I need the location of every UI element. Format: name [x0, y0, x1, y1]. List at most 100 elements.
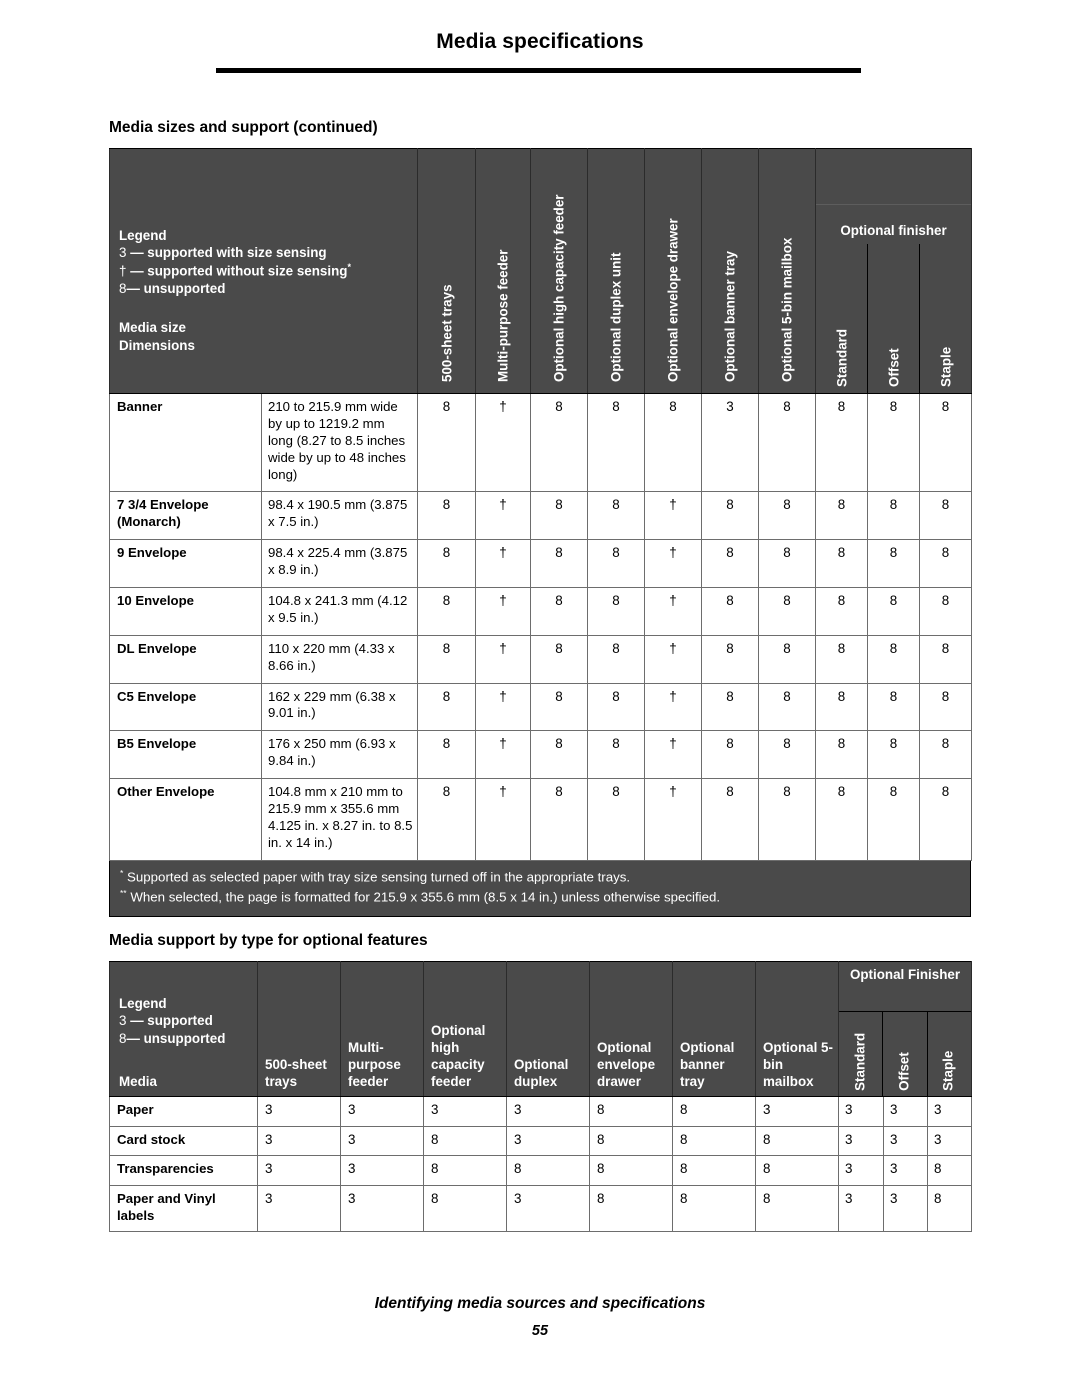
- column-label: Optional banner tray: [722, 251, 738, 382]
- support-mark: 8: [919, 392, 973, 493]
- media-size-label: DL Envelope: [109, 634, 262, 684]
- support-mark: 8: [867, 539, 921, 589]
- support-mark: 8: [919, 491, 973, 541]
- support-mark: 8: [417, 634, 477, 684]
- media-size-label: 10 Envelope: [109, 587, 262, 636]
- support-mark: 3: [506, 1184, 590, 1233]
- support-mark: 3: [506, 1125, 590, 1157]
- support-mark: 8: [701, 587, 760, 636]
- table2-col-envelope-drawer: Optional envelope drawer: [589, 961, 673, 1097]
- legend-spacer: [119, 297, 417, 319]
- table2-body: Paper 3 3 3 3 8 8 3 3 3 3 Card stock 3 3 8 3 8 8 8 3 3 3 Trans…: [109, 1096, 973, 1233]
- table1-col-finisher-staple: Staple: [919, 244, 971, 393]
- media-dimensions: 162 x 229 mm (6.38 x 9.01 in.): [260, 682, 419, 732]
- vertical-label-wrap: Optional 5-bin mailbox: [759, 150, 815, 386]
- legend-line-dagger: † — supported without size sensing*: [119, 262, 417, 280]
- support-mark: 8: [701, 778, 760, 861]
- support-mark: 8: [701, 539, 760, 589]
- support-mark: 8: [815, 392, 869, 493]
- media-dimensions: 210 to 215.9 mm wide by up to 1219.2 mm …: [260, 392, 419, 493]
- table2-col-500-sheet-trays: 500-sheet trays: [257, 961, 341, 1097]
- table-row: 10 Envelope 104.8 x 241.3 mm (4.12 x 9.5 …: [109, 587, 973, 636]
- table1-legend: Legend 3 — supported with size sensing †…: [110, 149, 417, 354]
- table2-col-high-capacity-feeder: Optional high capacity feeder: [423, 961, 507, 1097]
- support-mark: 8: [589, 1096, 673, 1127]
- legend-title: Legend: [119, 996, 167, 1011]
- support-mark: 8: [926, 1155, 973, 1186]
- support-mark: †: [475, 491, 532, 541]
- support-mark: †: [644, 587, 703, 636]
- table1-col-finisher-offset: Offset: [867, 244, 919, 393]
- legend-line-supported: 3 — supported: [119, 1012, 225, 1029]
- column-label: Optional high capacity feeder: [551, 194, 567, 382]
- footnote: ** When selected, the page is formatted …: [120, 887, 970, 907]
- support-mark: 8: [672, 1155, 756, 1186]
- support-mark: 8: [867, 634, 921, 684]
- support-mark: 8: [867, 491, 921, 541]
- media-dimensions: 110 x 220 mm (4.33 x 8.66 in.): [260, 634, 419, 684]
- media-size-label: 9 Envelope: [109, 539, 262, 589]
- support-mark: 3: [838, 1096, 884, 1127]
- legend-symbol-check: 3: [119, 245, 127, 261]
- support-mark: 8: [758, 682, 817, 732]
- support-mark: 3: [838, 1184, 884, 1233]
- column-label: Standard: [852, 1032, 868, 1091]
- support-mark: 8: [815, 730, 869, 780]
- support-mark: 8: [587, 491, 646, 541]
- table1-col-duplex-unit: Optional duplex unit: [587, 148, 646, 394]
- media-size-label: Banner: [109, 392, 262, 493]
- support-mark: 8: [587, 730, 646, 780]
- legend-text-supported: — supported with size sensing: [130, 245, 327, 261]
- table1-col-finisher-standard: Standard: [816, 244, 867, 393]
- vertical-label-wrap: Optional duplex unit: [588, 150, 644, 386]
- footer-text: Identifying media sources and specificat…: [374, 1295, 706, 1312]
- media-size-label: B5 Envelope: [109, 730, 262, 780]
- table1-col-5bin-mailbox: Optional 5-bin mailbox: [758, 148, 817, 394]
- support-mark: 8: [672, 1096, 756, 1127]
- support-mark: 3: [883, 1155, 928, 1186]
- support-mark: 3: [340, 1096, 424, 1127]
- table1-col-multipurpose-feeder: Multi-purpose feeder: [475, 148, 532, 394]
- support-mark: 8: [919, 587, 973, 636]
- support-mark: 8: [867, 778, 921, 861]
- media-type-label: Paper and Vinyl labels: [109, 1184, 258, 1233]
- table2-legend-cell: Legend 3 — supported 8— unsupported Medi…: [109, 961, 258, 1097]
- support-mark: 3: [926, 1125, 973, 1157]
- support-mark: 8: [919, 778, 973, 861]
- column-label: Multi-purpose feeder: [348, 1040, 401, 1090]
- support-mark: 3: [340, 1125, 424, 1157]
- support-mark: 8: [758, 491, 817, 541]
- support-mark: 8: [672, 1184, 756, 1233]
- vertical-label-wrap: Optional high capacity feeder: [531, 150, 587, 386]
- media-dimensions: 104.8 mm x 210 mm to 215.9 mm x 355.6 mm…: [260, 778, 419, 861]
- page-title: Media specifications: [436, 30, 644, 53]
- media-dimensions: 98.4 x 225.4 mm (3.875 x 8.9 in.): [260, 539, 419, 589]
- footnote-text: When selected, the page is formatted for…: [126, 889, 721, 905]
- support-mark: 3: [257, 1125, 341, 1157]
- legend-text-unsupported: — unsupported: [126, 1030, 226, 1046]
- vertical-label-wrap: Optional envelope drawer: [645, 150, 701, 386]
- legend-media-size-label: Media size: [119, 320, 186, 336]
- support-mark: 3: [257, 1184, 341, 1233]
- table2-col-finisher-standard: Standard: [839, 1012, 882, 1096]
- media-dimensions: 104.8 x 241.3 mm (4.12 x 9.5 in.): [260, 587, 419, 636]
- support-mark: 3: [257, 1096, 341, 1127]
- table2-optional-finisher-group: Optional Finisher Standard Offset Staple: [837, 961, 973, 1097]
- support-mark: 8: [589, 1184, 673, 1233]
- support-mark: 8: [530, 682, 589, 732]
- vertical-label-wrap: Optional banner tray: [702, 150, 758, 386]
- support-mark: 8: [755, 1125, 839, 1157]
- media-dimensions: 98.4 x 190.5 mm (3.875 x 7.5 in.): [260, 491, 419, 541]
- support-mark: 8: [417, 491, 477, 541]
- support-mark: 8: [587, 778, 646, 861]
- support-mark: 8: [589, 1155, 673, 1186]
- support-mark: 8: [530, 778, 589, 861]
- column-label: Optional envelope drawer: [665, 218, 681, 382]
- legend-text-dagger: — supported without size sensing: [130, 263, 348, 279]
- support-mark: †: [644, 539, 703, 589]
- finisher-group-wrap: Optional finisher Standard Offset Staple: [816, 149, 972, 393]
- support-mark: †: [475, 392, 532, 493]
- support-mark: †: [475, 539, 532, 589]
- support-mark: 3: [883, 1096, 928, 1127]
- table2-col-5bin-mailbox: Optional 5-bin mailbox: [755, 961, 839, 1097]
